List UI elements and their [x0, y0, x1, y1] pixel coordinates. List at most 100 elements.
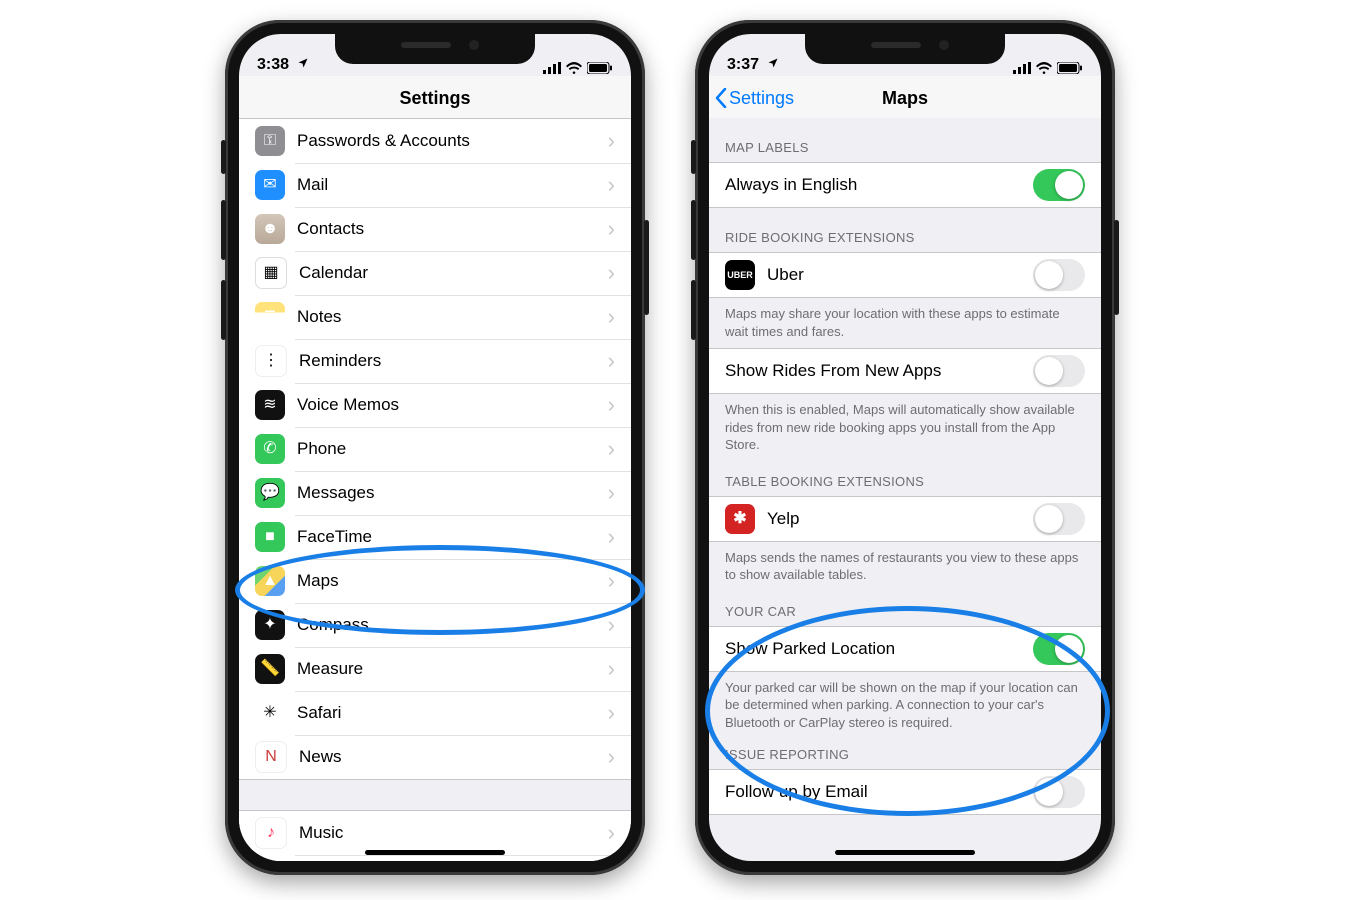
cellular-icon	[543, 62, 561, 74]
row-label: FaceTime	[297, 517, 608, 557]
row-label: Measure	[297, 649, 608, 689]
home-indicator[interactable]	[365, 850, 505, 855]
battery-icon	[587, 62, 613, 74]
row-label: Show Parked Location	[725, 629, 1033, 669]
volume-up-button	[691, 200, 696, 260]
settings-row-reminders[interactable]: ⋮Reminders›	[239, 339, 631, 383]
uber-icon: UBER	[725, 260, 755, 290]
row-label: Phone	[297, 429, 608, 469]
row-uber[interactable]: UBER Uber	[709, 252, 1101, 298]
envelope-icon: ✉︎	[255, 170, 285, 200]
row-show-rides[interactable]: Show Rides From New Apps	[709, 348, 1101, 394]
notes-icon: ≣	[255, 302, 285, 332]
settings-row-music[interactable]: ♪Music›	[239, 810, 631, 855]
row-label: Voice Memos	[297, 385, 608, 425]
mute-switch	[691, 140, 696, 174]
location-arrow-icon	[297, 57, 309, 69]
chevron-right-icon: ›	[608, 744, 615, 770]
section-header-your-car: YOUR CAR	[709, 592, 1101, 626]
row-label: Maps	[297, 561, 608, 601]
safari-icon: ✳︎	[255, 698, 285, 728]
row-label: Reminders	[299, 341, 608, 381]
nav-bar: Settings	[239, 76, 631, 121]
row-followup-email[interactable]: Follow up by Email	[709, 769, 1101, 815]
chevron-right-icon: ›	[608, 480, 615, 506]
settings-row-calendar[interactable]: ▦ Calendar›	[239, 251, 631, 295]
settings-list[interactable]: ⚿Passwords & Accounts›✉︎Mail›☻Contacts›▦…	[239, 118, 631, 861]
settings-row-maps[interactable]: ▲ Maps›	[239, 559, 631, 603]
settings-row-news[interactable]: N News›	[239, 735, 631, 780]
wifi-icon	[1036, 62, 1052, 74]
toggle-yelp[interactable]	[1033, 503, 1085, 535]
row-label: Uber	[767, 255, 1033, 295]
chevron-right-icon: ›	[608, 436, 615, 462]
settings-row-measure[interactable]: 📏Measure›	[239, 647, 631, 691]
power-button	[644, 220, 649, 315]
settings-row-facetime[interactable]: ■ FaceTime›	[239, 515, 631, 559]
settings-row-tv[interactable]: ▶︎TV›	[239, 855, 631, 861]
power-button	[1114, 220, 1119, 315]
row-yelp[interactable]: ✱ Yelp	[709, 496, 1101, 542]
chevron-right-icon: ›	[608, 568, 615, 594]
nav-title: Maps	[882, 88, 928, 109]
section-header-issue-reporting: ISSUE REPORTING	[709, 739, 1101, 769]
maps-icon: ▲	[255, 566, 285, 596]
settings-row-notes[interactable]: ≣Notes›	[239, 295, 631, 339]
settings-row-messages[interactable]: 💬Messages›	[239, 471, 631, 515]
cellular-icon	[1013, 62, 1031, 74]
chevron-left-icon	[715, 88, 727, 108]
settings-row-phone[interactable]: ✆Phone›	[239, 427, 631, 471]
phone-right: 3:37	[695, 20, 1115, 875]
nav-bar: Settings Maps	[709, 76, 1101, 121]
chevron-right-icon: ›	[608, 172, 615, 198]
news-icon: N	[255, 741, 287, 773]
row-label: Passwords & Accounts	[297, 121, 608, 161]
phone-left: 3:38 Setti	[225, 20, 645, 875]
toggle-uber[interactable]	[1033, 259, 1085, 291]
section-header-ride-booking: RIDE BOOKING EXTENSIONS	[709, 208, 1101, 252]
status-time: 3:38	[257, 56, 289, 73]
row-always-english[interactable]: Always in English	[709, 162, 1101, 208]
row-label: Notes	[297, 297, 608, 337]
row-label: Music	[299, 813, 608, 853]
maps-settings-list[interactable]: MAP LABELS Always in English RIDE BOOKIN…	[709, 118, 1101, 861]
toggle-show-rides[interactable]	[1033, 355, 1085, 387]
row-show-parked[interactable]: Show Parked Location	[709, 626, 1101, 672]
row-label: Calendar	[299, 253, 608, 293]
row-label: TV	[297, 857, 608, 861]
section-footer-show-rides: When this is enabled, Maps will automati…	[709, 394, 1101, 462]
chevron-right-icon: ›	[608, 260, 615, 286]
home-indicator[interactable]	[835, 850, 975, 855]
settings-row-contacts[interactable]: ☻Contacts›	[239, 207, 631, 251]
row-label: Yelp	[767, 499, 1033, 539]
back-button[interactable]: Settings	[715, 76, 794, 120]
row-label: Safari	[297, 693, 608, 733]
section-footer-parked: Your parked car will be shown on the map…	[709, 672, 1101, 740]
section-header-table-booking: TABLE BOOKING EXTENSIONS	[709, 462, 1101, 496]
chevron-right-icon: ›	[608, 524, 615, 550]
calendar-icon: ▦	[255, 257, 287, 289]
section-header-map-labels: MAP LABELS	[709, 118, 1101, 162]
back-label: Settings	[729, 88, 794, 109]
yelp-icon: ✱	[725, 504, 755, 534]
chevron-right-icon: ›	[608, 348, 615, 374]
section-footer-ride-share: Maps may share your location with these …	[709, 298, 1101, 348]
settings-row-compass[interactable]: ✦Compass›	[239, 603, 631, 647]
settings-row-safari[interactable]: ✳︎Safari›	[239, 691, 631, 735]
settings-row-passwords-accounts[interactable]: ⚿Passwords & Accounts›	[239, 118, 631, 163]
settings-row-mail[interactable]: ✉︎Mail›	[239, 163, 631, 207]
toggle-always-english[interactable]	[1033, 169, 1085, 201]
chevron-right-icon: ›	[608, 612, 615, 638]
toggle-followup[interactable]	[1033, 776, 1085, 808]
row-label: News	[299, 737, 608, 777]
section-gap	[239, 780, 631, 810]
wifi-icon	[566, 62, 582, 74]
row-label: Always in English	[725, 165, 1033, 205]
settings-row-voice-memos[interactable]: ≋Voice Memos›	[239, 383, 631, 427]
chevron-right-icon: ›	[608, 216, 615, 242]
mute-switch	[221, 140, 226, 174]
toggle-show-parked[interactable]	[1033, 633, 1085, 665]
row-label: Follow up by Email	[725, 772, 1033, 812]
video-icon: ■	[255, 522, 285, 552]
chevron-right-icon: ›	[608, 820, 615, 846]
